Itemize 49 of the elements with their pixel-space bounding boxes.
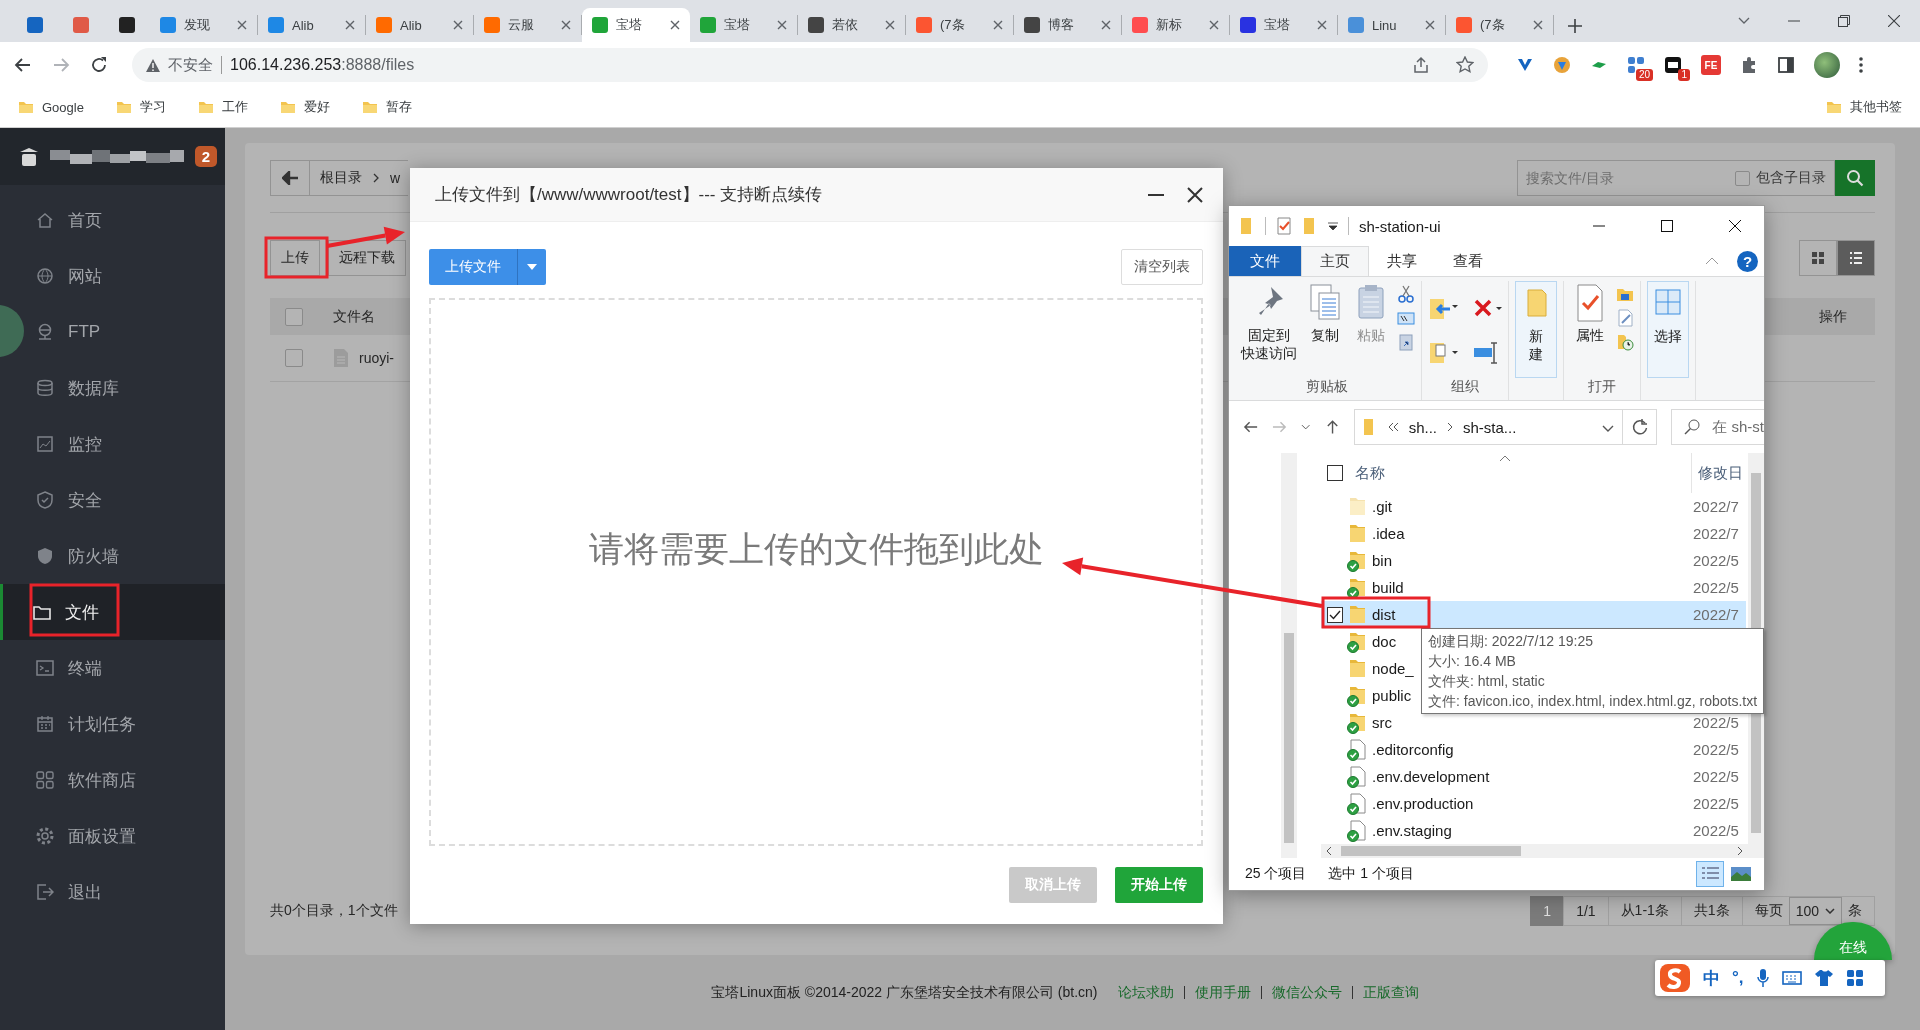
- url-path: :8888/files: [341, 56, 415, 74]
- notification-badge: 2: [194, 146, 217, 167]
- file-name: .editorconfig: [1372, 741, 1454, 758]
- window-title: sh-station-ui: [1359, 217, 1442, 235]
- page-size-unit: 条: [1848, 902, 1862, 920]
- file-name: .env.production: [1372, 795, 1474, 812]
- column-header: 文件名: [333, 307, 375, 326]
- dialog-title: 上传文件到【/www/wwwroot/test】--- 支持断点续传: [435, 184, 823, 206]
- file-name: node_: [1372, 660, 1414, 677]
- notification-badge: 20: [1635, 69, 1653, 81]
- file-date: 2022/5: [1693, 579, 1740, 596]
- item-count: 25 个项目: [1245, 865, 1307, 883]
- tooltip-line: 文件: favicon.ico, index.html, index.html.gz, robots.txt: [1428, 692, 1758, 711]
- page-count: 1/1: [1563, 896, 1609, 926]
- file-name: build: [1372, 579, 1404, 596]
- file-name: .git: [1372, 498, 1392, 515]
- file-date: 2022/5: [1693, 714, 1740, 731]
- file-name: public: [1372, 687, 1412, 704]
- file-name: bin: [1372, 552, 1393, 569]
- file-date: 2022/7: [1693, 498, 1740, 515]
- tooltip-line: 文件夹: html, static: [1428, 672, 1546, 691]
- drop-hint: 请将需要上传的文件拖到此处: [588, 527, 1044, 570]
- ribbon-group-label: 剪贴板: [1305, 378, 1349, 396]
- file-date: 2022/7: [1693, 606, 1740, 623]
- file-name: .env.staging: [1372, 822, 1452, 839]
- file-date: 2022/5: [1693, 822, 1740, 839]
- notification-badge: 1: [1678, 69, 1690, 81]
- tooltip-line: 创建日期: 2022/7/12 19:25: [1428, 632, 1594, 651]
- tooltip-line: 大小: 16.4 MB: [1428, 652, 1517, 671]
- file-date: 2022/7: [1693, 525, 1740, 542]
- page-range: 从1-1条: [1607, 896, 1682, 926]
- url-host: 106.14.236.253: [230, 56, 342, 74]
- file-name: src: [1372, 714, 1392, 731]
- ribbon-group-label: 打开: [1587, 378, 1617, 396]
- file-date: 2022/5: [1693, 795, 1740, 812]
- summary-text: 共0个目录，1个文件: [270, 902, 398, 920]
- file-name: dist: [1372, 606, 1396, 623]
- ribbon-group-label: 组织: [1450, 378, 1480, 396]
- file-date: 2022/5: [1693, 768, 1740, 785]
- file-name: doc: [1372, 633, 1397, 650]
- page-size-label: 每页: [1754, 902, 1783, 920]
- file-date: 2022/5: [1693, 552, 1740, 569]
- copyright-text: 宝塔Linux面板 ©2014-2022 广东堡塔安全技术有限公司 (bt.cn): [711, 983, 1098, 1002]
- selection-count: 选中 1 个项目: [1328, 865, 1415, 883]
- file-name: .env.development: [1372, 768, 1490, 785]
- column-header: 操作: [1819, 307, 1847, 326]
- file-name: .idea: [1372, 525, 1405, 542]
- total-count: 共1条: [1680, 896, 1743, 926]
- file-date: 2022/5: [1693, 741, 1740, 758]
